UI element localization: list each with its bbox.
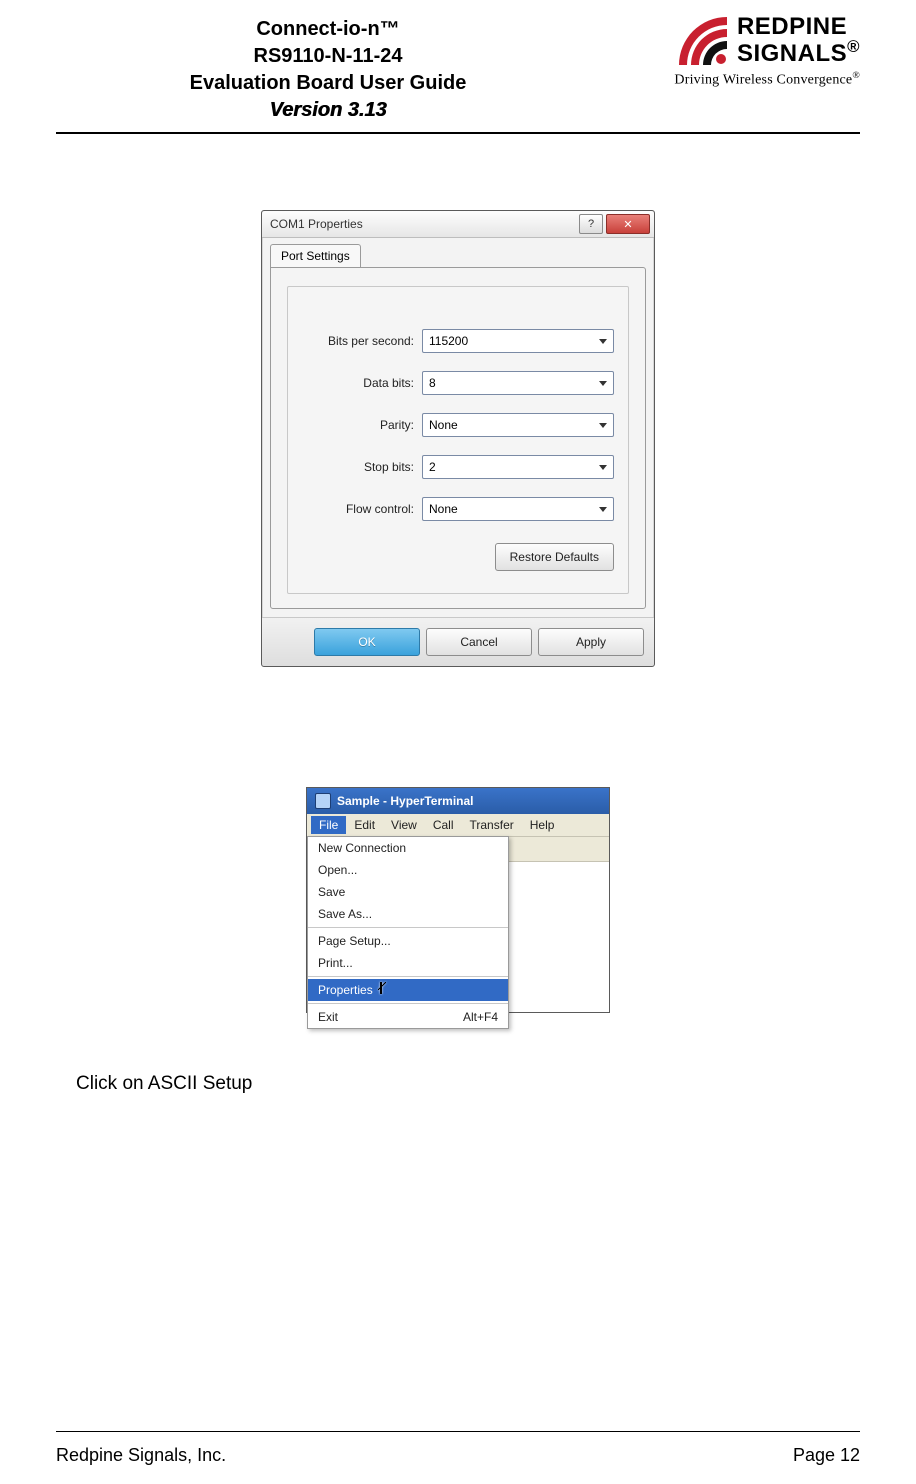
doc-version: Version 3.13	[56, 97, 600, 124]
ht-app-icon	[315, 793, 331, 809]
label-bits-per-second: Bits per second:	[302, 334, 422, 348]
ok-button[interactable]: OK	[314, 628, 420, 656]
header-rule	[56, 132, 860, 134]
dialog-titlebar: COM1 Properties ? ✕	[262, 211, 654, 238]
menu-call[interactable]: Call	[425, 816, 462, 834]
brand-reg: ®	[847, 37, 860, 56]
menu-item-exit[interactable]: Exit Alt+F4	[308, 1006, 508, 1028]
com1-properties-dialog: COM1 Properties ? ✕ Port Settings Bits p…	[261, 210, 655, 667]
field-flow-control: Flow control: None	[302, 497, 614, 521]
ht-titlebar: Sample - HyperTerminal	[307, 788, 609, 814]
menu-item-properties[interactable]: Properties	[308, 979, 508, 1001]
menu-file[interactable]: File	[311, 816, 346, 834]
footer-page: Page 12	[793, 1445, 860, 1466]
apply-button[interactable]: Apply	[538, 628, 644, 656]
menu-item-open[interactable]: Open...	[308, 859, 508, 881]
brand-tagline: Driving Wireless Convergence®	[600, 70, 860, 89]
select-parity[interactable]: None	[422, 413, 614, 437]
menu-transfer[interactable]: Transfer	[462, 816, 522, 834]
select-flow-control[interactable]: None	[422, 497, 614, 521]
close-button[interactable]: ✕	[606, 214, 650, 234]
menu-separator	[308, 1003, 508, 1004]
field-bits-per-second: Bits per second: 115200	[302, 329, 614, 353]
select-stop-bits[interactable]: 2	[422, 455, 614, 479]
file-dropdown: New Connection Open... Save Save As... P…	[307, 836, 509, 1029]
exit-accelerator: Alt+F4	[463, 1010, 498, 1024]
field-stop-bits: Stop bits: 2	[302, 455, 614, 479]
brand-word1: REDPINE	[737, 13, 847, 40]
menu-item-save-as[interactable]: Save As...	[308, 903, 508, 925]
brand-word2: SIGNALS	[737, 40, 847, 67]
footer-rule	[56, 1431, 860, 1432]
brand-wordmark: REDPINE SIGNALS®	[737, 16, 860, 66]
dialog-title: COM1 Properties	[270, 217, 576, 231]
field-parity: Parity: None	[302, 413, 614, 437]
page-header: Connect-io-n™ RS9110-N-11-24 Evaluation …	[56, 0, 860, 124]
menu-separator	[308, 976, 508, 977]
doc-title-line2: RS9110-N-11-24	[56, 43, 600, 70]
menu-edit[interactable]: Edit	[346, 816, 383, 834]
redpine-logo-icon	[679, 17, 727, 65]
footer-company: Redpine Signals, Inc.	[56, 1445, 226, 1466]
doc-title-line1: Connect-io-n™	[56, 16, 600, 43]
label-flow-control: Flow control:	[302, 502, 422, 516]
instruction-text: Click on ASCII Setup	[76, 1073, 860, 1095]
select-data-bits[interactable]: 8	[422, 371, 614, 395]
label-parity: Parity:	[302, 418, 422, 432]
ht-title-text: Sample - HyperTerminal	[337, 794, 474, 808]
menu-item-new-connection[interactable]: New Connection	[308, 837, 508, 859]
menu-item-save[interactable]: Save	[308, 881, 508, 903]
label-stop-bits: Stop bits:	[302, 460, 422, 474]
page-footer: Redpine Signals, Inc. Page 12	[56, 1445, 860, 1466]
tab-port-settings[interactable]: Port Settings	[270, 244, 361, 267]
close-icon: ✕	[623, 218, 632, 231]
tab-panel: Bits per second: 115200 Data bits: 8 Par…	[270, 267, 646, 609]
select-bits-per-second[interactable]: 115200	[422, 329, 614, 353]
cancel-button[interactable]: Cancel	[426, 628, 532, 656]
menu-separator	[308, 927, 508, 928]
label-data-bits: Data bits:	[302, 376, 422, 390]
brand-block: REDPINE SIGNALS® Driving Wireless Conver…	[600, 16, 860, 88]
menu-view[interactable]: View	[383, 816, 425, 834]
menu-item-print[interactable]: Print...	[308, 952, 508, 974]
doc-title-line3: Evaluation Board User Guide	[56, 70, 600, 97]
menu-item-page-setup[interactable]: Page Setup...	[308, 930, 508, 952]
doc-title-block: Connect-io-n™ RS9110-N-11-24 Evaluation …	[56, 16, 600, 124]
settings-fieldset: Bits per second: 115200 Data bits: 8 Par…	[287, 286, 629, 594]
hyperterminal-window: Sample - HyperTerminal File Edit View Ca…	[306, 787, 610, 1013]
help-button[interactable]: ?	[579, 214, 603, 234]
restore-defaults-button[interactable]: Restore Defaults	[495, 543, 614, 571]
ht-menubar: File Edit View Call Transfer Help	[307, 814, 609, 837]
help-icon: ?	[588, 218, 594, 230]
dialog-action-bar: OK Cancel Apply	[262, 617, 654, 666]
brand-logo: REDPINE SIGNALS®	[600, 16, 860, 66]
menu-help[interactable]: Help	[522, 816, 563, 834]
field-data-bits: Data bits: 8	[302, 371, 614, 395]
tab-strip: Port Settings	[262, 238, 654, 267]
